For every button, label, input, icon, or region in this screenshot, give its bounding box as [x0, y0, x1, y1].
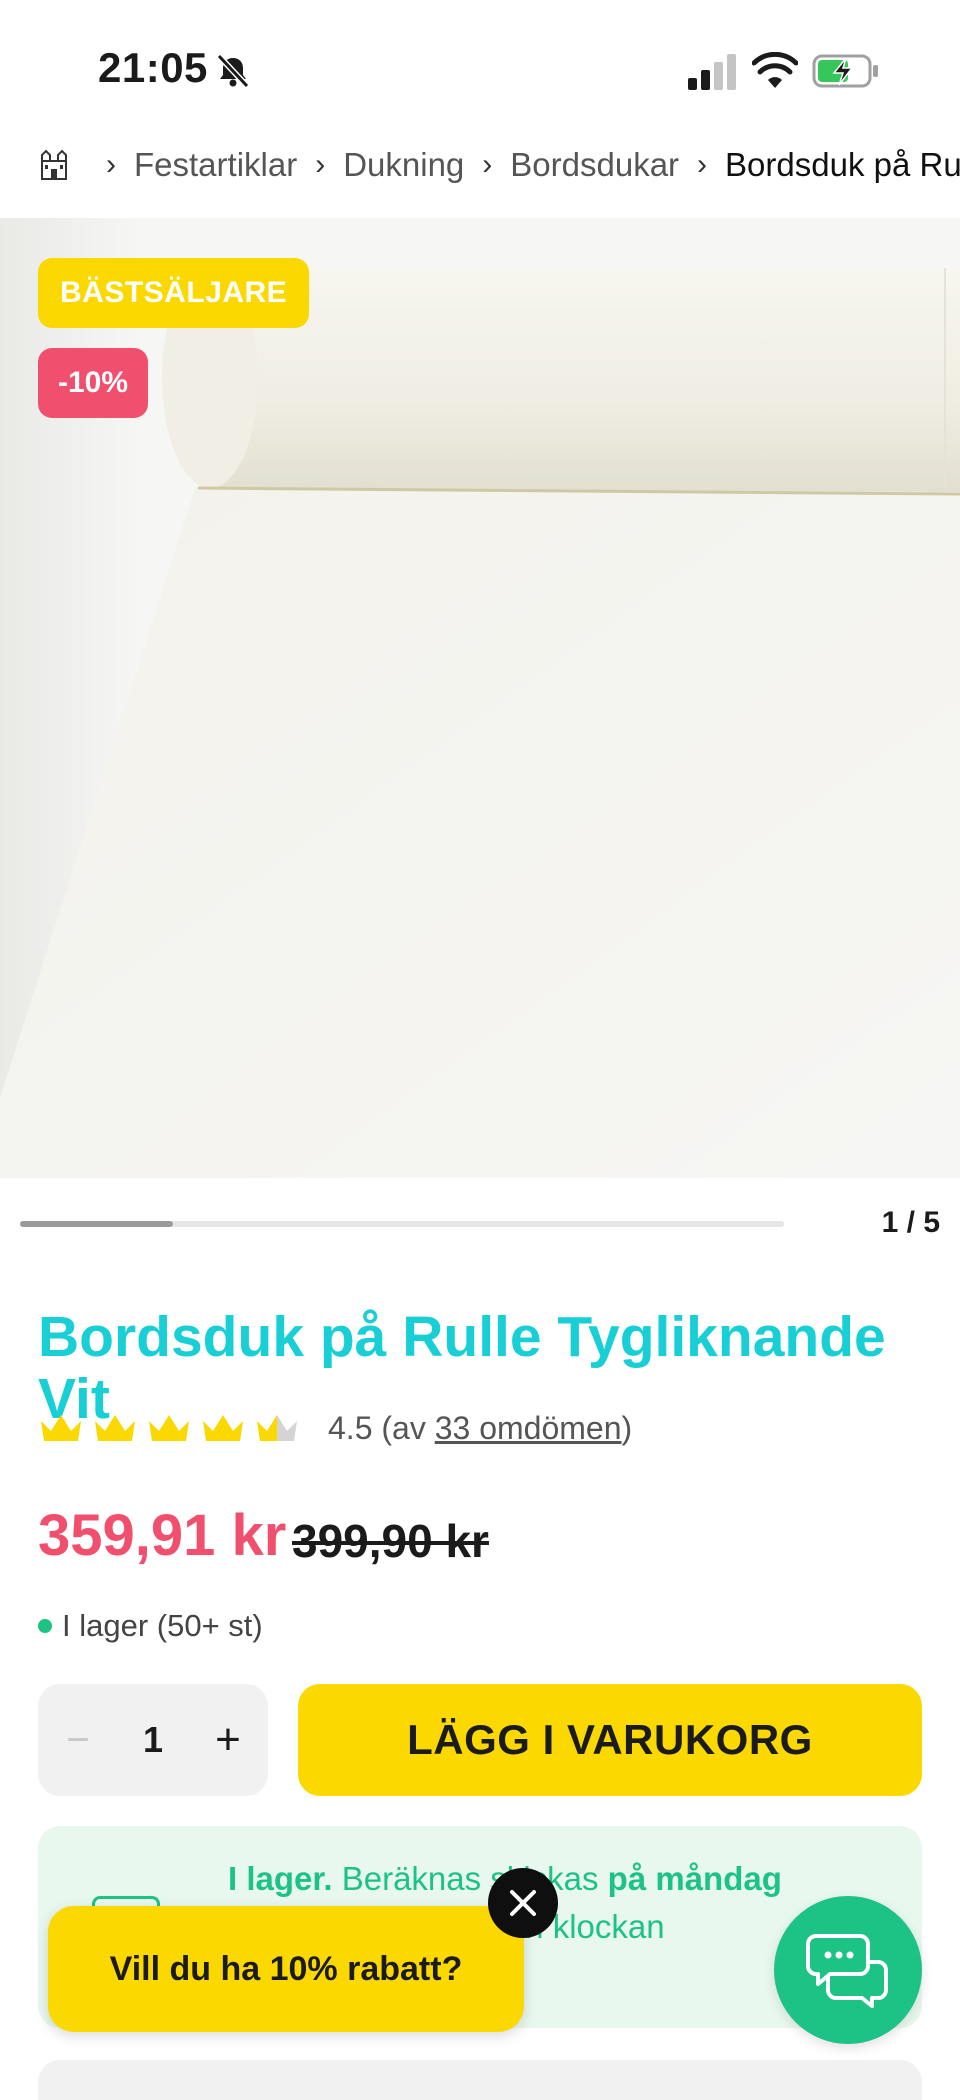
rating-prefix: (av [381, 1409, 435, 1446]
status-time: 21:05 [98, 44, 208, 91]
rating-text: 4.5 (av 33 omdömen) [328, 1410, 632, 1447]
delivery-day: på måndag [607, 1860, 782, 1897]
close-icon [510, 1890, 536, 1916]
product-rating: 4.5 (av 33 omdömen) [38, 1402, 632, 1454]
breadcrumb: › Festartiklar › Dukning › Bordsdukar › … [38, 140, 960, 190]
breadcrumb-item-dukning[interactable]: Dukning [343, 146, 464, 184]
delivery-text: Beräknas skickas [332, 1860, 608, 1897]
stock-dot-icon [38, 1619, 52, 1633]
quantity-increase-button[interactable]: + [188, 1684, 268, 1796]
next-section-card [38, 2060, 922, 2100]
quantity-stepper: − 1 + [38, 1684, 268, 1796]
chevron-right-icon: › [697, 148, 708, 181]
status-bar: 21:05 [0, 0, 960, 130]
discount-badge: -10% [38, 348, 149, 418]
close-promo-button[interactable] [488, 1868, 558, 1938]
breadcrumb-current: Bordsduk på Rulle Tygliknande Vit [725, 146, 960, 183]
rating-suffix: ) [621, 1409, 633, 1446]
crown-icon [203, 1415, 243, 1441]
gallery-counter: 1 / 5 [881, 1206, 940, 1239]
gallery-progress-bar[interactable] [20, 1221, 784, 1227]
chat-button[interactable] [774, 1896, 922, 2044]
reviews-link[interactable]: 33 omdömen [435, 1410, 622, 1446]
chevron-right-icon: › [482, 148, 493, 181]
quantity-decrease-button[interactable]: − [38, 1684, 118, 1796]
discount-promo-popup[interactable]: Vill du ha 10% rabatt? [48, 1906, 524, 2032]
breadcrumb-item-bordsdukar[interactable]: Bordsdukar [510, 146, 679, 184]
breadcrumb-item-festartiklar[interactable]: Festartiklar [134, 146, 297, 184]
crown-icon [95, 1415, 135, 1441]
bell-slash-icon [216, 53, 250, 89]
castle-icon[interactable] [38, 149, 70, 181]
rating-value: 4.5 [328, 1409, 373, 1446]
battery-charging-icon [812, 54, 878, 88]
stock-text: I lager (50+ st) [62, 1608, 263, 1643]
original-price: 399,90 kr [292, 1515, 489, 1567]
quantity-value[interactable]: 1 [143, 1719, 163, 1761]
delivery-status: I lager. [228, 1860, 333, 1897]
chevron-right-icon: › [106, 148, 116, 181]
crown-icon [257, 1415, 297, 1441]
add-to-cart-button[interactable]: LÄGG I VARUKORG [298, 1684, 922, 1796]
crown-icon [41, 1415, 81, 1441]
wifi-icon [752, 52, 798, 88]
chat-bubbles-icon [806, 1934, 888, 2008]
chevron-right-icon: › [315, 148, 326, 181]
bestseller-badge: BÄSTSÄLJARE [38, 258, 310, 328]
crown-icon [149, 1415, 189, 1441]
stock-status: I lager (50+ st) [38, 1608, 263, 1644]
gallery-progress-fill [20, 1221, 173, 1227]
current-price: 359,91 kr [38, 1503, 287, 1568]
cellular-signal-icon [688, 54, 736, 90]
rating-crowns [38, 1411, 308, 1445]
